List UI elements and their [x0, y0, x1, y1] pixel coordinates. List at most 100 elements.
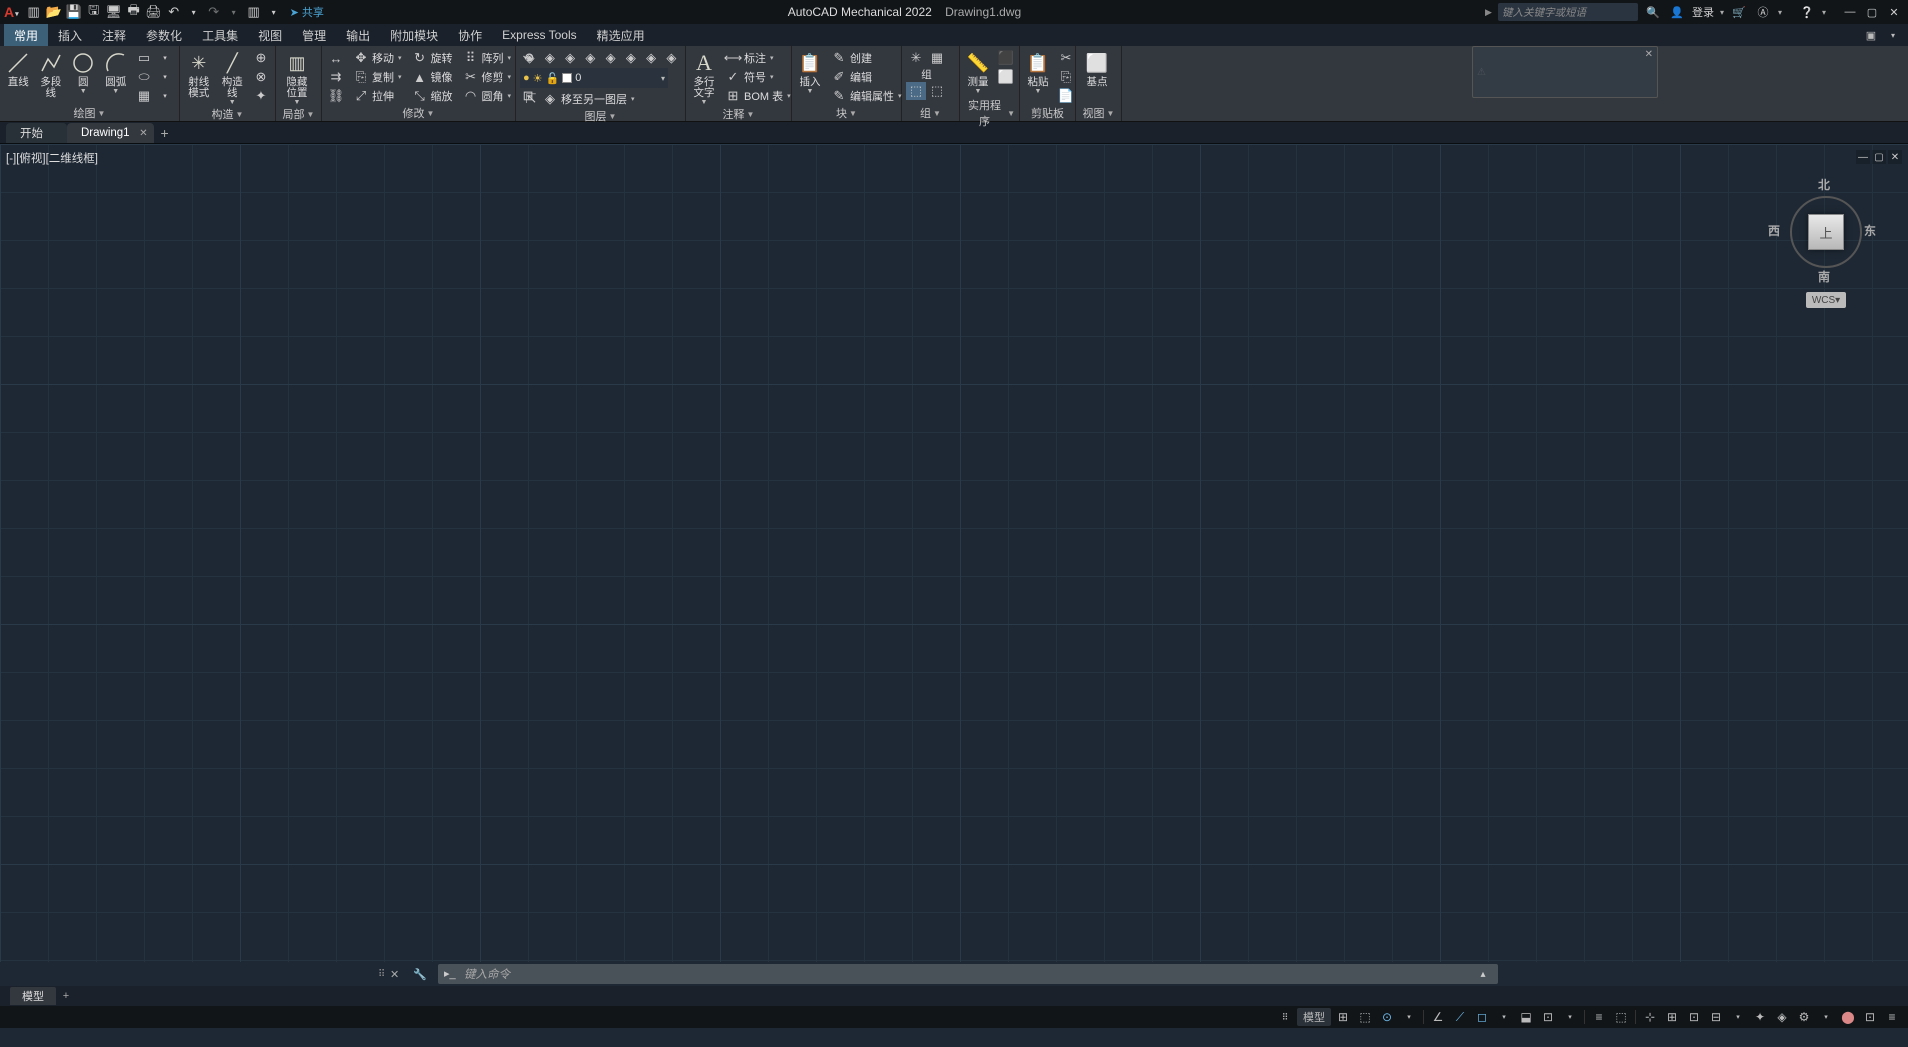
grp-i4-icon[interactable]: ⬚	[927, 82, 947, 100]
st-opts-icon[interactable]: ⠿	[1275, 1008, 1295, 1026]
anno-icon[interactable]: ✦	[1750, 1008, 1770, 1026]
drop-icon[interactable]: ▾	[155, 87, 175, 105]
cube-top[interactable]: 上	[1808, 214, 1844, 250]
cl-opt1-icon[interactable]: ⊕	[251, 49, 271, 67]
layer-i2-icon[interactable]: ◈	[540, 49, 559, 67]
plot-icon[interactable]: 🖶	[126, 4, 142, 20]
cmd-close-icon[interactable]: ✕	[390, 968, 399, 981]
copy2-icon[interactable]: ⎘	[1056, 68, 1076, 86]
layer-qat-icon[interactable]: ▥	[246, 4, 262, 20]
qp-icon[interactable]: ⊞	[1662, 1008, 1682, 1026]
polyline-button[interactable]: 多段线	[37, 48, 66, 99]
line-button[interactable]: 直线	[4, 48, 33, 88]
panel-local-title[interactable]: 局部▼	[280, 106, 317, 122]
snap-icon[interactable]: ⬚	[1355, 1008, 1375, 1026]
undo-drop-icon[interactable]: ▾	[186, 4, 202, 20]
tab-home[interactable]: 常用	[4, 24, 48, 46]
ws-drop-icon[interactable]: ▾	[1816, 1008, 1836, 1026]
tab-drawing1[interactable]: Drawing1✕	[67, 123, 154, 143]
command-input[interactable]: 键入命令	[464, 966, 1474, 982]
mirror-button[interactable]: ▲镜像	[409, 68, 456, 86]
print-icon[interactable]: 🖨	[146, 4, 162, 20]
panel-draw-title[interactable]: 绘图▼	[4, 105, 175, 121]
group-button[interactable]: 组	[906, 68, 947, 81]
viewcube[interactable]: 北 南 东 西 上 WCS ▾	[1768, 174, 1878, 304]
ang-icon[interactable]: ∠	[1428, 1008, 1448, 1026]
offset-icon[interactable]: ⇉	[326, 68, 346, 86]
vp-min-icon[interactable]: —	[1856, 150, 1870, 164]
tab-collab[interactable]: 协作	[448, 24, 492, 46]
command-line[interactable]: ▸_ 键入命令 ▴	[438, 964, 1498, 984]
panel-view-title[interactable]: 视图▼	[1080, 105, 1117, 121]
add-layout-button[interactable]: +	[56, 990, 76, 1002]
cl-opt3-icon[interactable]: ✦	[251, 87, 271, 105]
qat-drop-icon[interactable]: ▾	[266, 4, 282, 20]
layer-i6-icon[interactable]: ◈	[621, 49, 640, 67]
track-icon[interactable]: ⟋	[1450, 1008, 1470, 1026]
array-button[interactable]: ⠿阵列▾	[460, 49, 515, 67]
web-icon[interactable]: 🖥	[106, 4, 122, 20]
login-drop-icon[interactable]: ▾	[1720, 8, 1724, 17]
rotate-button[interactable]: ↻旋转	[409, 49, 456, 67]
close-button[interactable]: ✕	[1884, 4, 1904, 20]
search-input[interactable]: 键入关键字或短语	[1498, 3, 1638, 21]
dim-icon[interactable]: ↔	[326, 49, 346, 67]
layer-dropdown[interactable]: ● ☀ 🔓 0 ▾	[520, 68, 668, 88]
ray-button[interactable]: ✳射线 模式	[184, 48, 214, 99]
save-icon[interactable]: 💾	[66, 4, 82, 20]
st-i3-icon[interactable]: ⊟	[1706, 1008, 1726, 1026]
panel-block-title[interactable]: 块▼	[796, 105, 897, 121]
notif-close-icon[interactable]: ✕	[1645, 49, 1653, 60]
clip-i3-icon[interactable]: 📄	[1056, 87, 1076, 105]
3dosnap-icon[interactable]: ⬓	[1516, 1008, 1536, 1026]
tab-annotate[interactable]: 注释	[92, 24, 136, 46]
bom-button[interactable]: ⊞BOM 表▾	[722, 87, 794, 105]
app-menu-button[interactable]: A	[4, 4, 18, 20]
tab-start[interactable]: 开始	[6, 123, 67, 143]
layer-i7-icon[interactable]: ◈	[642, 49, 661, 67]
viewport-label[interactable]: [-][俯视][二维线框]	[6, 150, 98, 166]
undo-icon[interactable]: ↶	[166, 4, 182, 20]
tab-insert[interactable]: 插入	[48, 24, 92, 46]
insert-button[interactable]: 📋插入▼	[796, 48, 824, 95]
grp-i2-icon[interactable]: ▦	[927, 49, 947, 67]
scale-button[interactable]: ⤡缩放	[409, 87, 456, 105]
login-label[interactable]: 登录	[1692, 4, 1714, 20]
util-i1-icon[interactable]: ⬛	[996, 49, 1016, 67]
ellipse-icon[interactable]: ⬭	[134, 68, 154, 86]
help-icon[interactable]: ❔	[1798, 3, 1816, 21]
tab-addins[interactable]: 附加模块	[380, 24, 448, 46]
st-drop1-icon[interactable]: ▾	[1560, 1008, 1580, 1026]
grp-i1-icon[interactable]: ✳	[906, 49, 926, 67]
osnap-icon[interactable]: ◻	[1472, 1008, 1492, 1026]
help-drop-icon[interactable]: ▾	[1822, 8, 1826, 17]
sym-button[interactable]: ✓符号▾	[722, 68, 794, 86]
dir-east[interactable]: 东	[1864, 222, 1876, 239]
layer-i4-icon[interactable]: ◈	[581, 49, 600, 67]
panel-layer-title[interactable]: 图层▼	[520, 108, 681, 124]
saveas-icon[interactable]: 🖫	[86, 4, 102, 20]
tab-parametric[interactable]: 参数化	[136, 24, 192, 46]
paste-button[interactable]: 📋粘贴▼	[1024, 48, 1052, 95]
wcs-button[interactable]: WCS ▾	[1806, 292, 1846, 308]
panel-toggle-icon[interactable]: ▣	[1862, 27, 1880, 43]
mtext-button[interactable]: A多行 文字▼	[690, 48, 718, 106]
redo-drop-icon[interactable]: ▾	[226, 4, 242, 20]
cline-button[interactable]: ╱构造 线▼	[218, 48, 248, 106]
hatch-icon[interactable]: ▦	[134, 87, 154, 105]
cmd-history-icon[interactable]: ▴	[1474, 969, 1492, 980]
stretch-button[interactable]: ⤢拉伸	[350, 87, 405, 105]
dir-north[interactable]: 北	[1818, 176, 1830, 193]
edit-block-button[interactable]: ✐编辑	[828, 68, 905, 86]
clean-icon[interactable]: ⊡	[1860, 1008, 1880, 1026]
panel-construct-title[interactable]: 构造▼	[184, 106, 271, 122]
create-block-button[interactable]: ✎创建	[828, 49, 905, 67]
ortho-icon[interactable]: ⊙	[1377, 1008, 1397, 1026]
tab-manage[interactable]: 管理	[292, 24, 336, 46]
base-button[interactable]: ⬜基点	[1080, 48, 1114, 88]
panel-clip-title[interactable]: 剪贴板	[1024, 105, 1071, 121]
cmd-handle-icon[interactable]: ⠿	[378, 969, 385, 980]
anno2-icon[interactable]: ◈	[1772, 1008, 1792, 1026]
app-drop-icon[interactable]: ▾	[1778, 8, 1782, 17]
tab-view[interactable]: 视图	[248, 24, 292, 46]
